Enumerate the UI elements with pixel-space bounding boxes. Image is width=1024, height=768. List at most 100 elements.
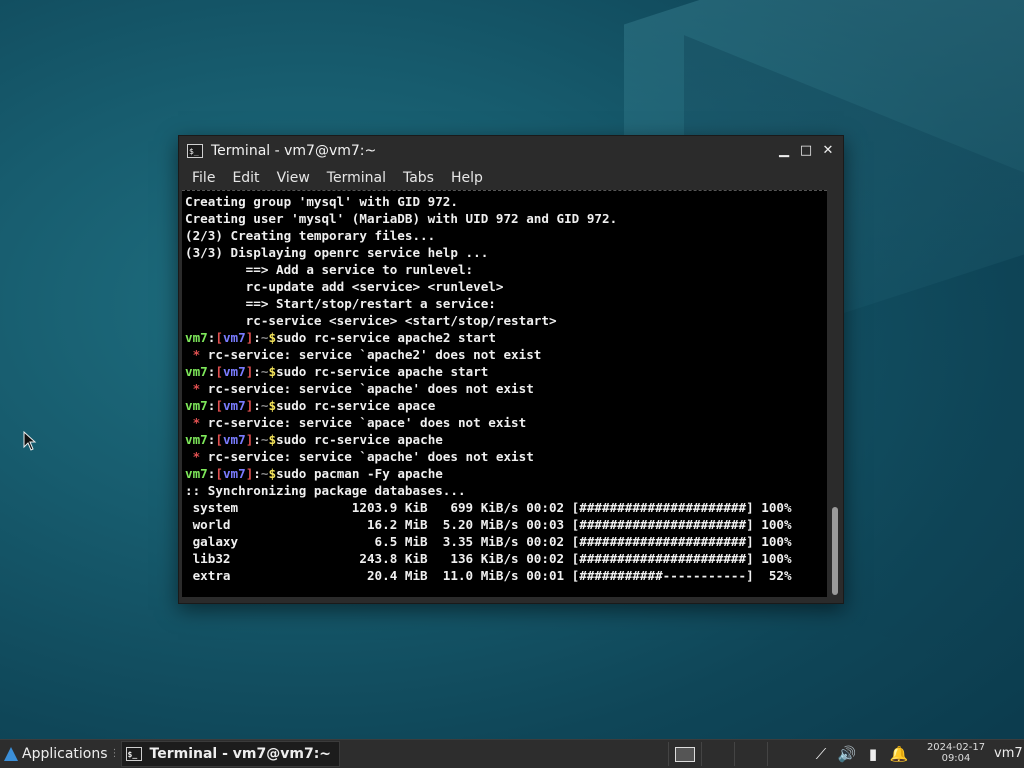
prompt-host: vm7 bbox=[222, 330, 246, 345]
prompt-sep: : bbox=[253, 432, 261, 447]
terminal-line: (3/3) Displaying openrc service help ... bbox=[185, 245, 489, 260]
terminal-window[interactable]: $_ Terminal - vm7@vm7:~ ▁ □ ✕ File Edit … bbox=[178, 135, 844, 604]
terminal-line: system 1203.9 KiB 699 KiB/s 00:02 [#####… bbox=[185, 500, 792, 515]
error-marker: * bbox=[185, 347, 208, 362]
system-tray: ⟋ 🔊 ▮ 🔔 bbox=[808, 740, 912, 768]
notification-icon[interactable]: 🔔 bbox=[886, 745, 912, 763]
terminal-line: (2/3) Creating temporary files... bbox=[185, 228, 436, 243]
command-text: sudo rc-service apache start bbox=[276, 364, 489, 379]
maximize-icon[interactable]: □ bbox=[795, 140, 817, 162]
menu-view[interactable]: View bbox=[268, 170, 318, 186]
clock[interactable]: 2024-02-17 09:04 bbox=[926, 742, 986, 764]
error-marker: * bbox=[185, 415, 208, 430]
prompt-user: vm7 bbox=[185, 330, 208, 345]
terminal-line: vm7:[vm7]:~$sudo rc-service apache start bbox=[185, 363, 827, 380]
terminal-line: vm7:[vm7]:~$sudo rc-service apache bbox=[185, 431, 827, 448]
terminal-line: * rc-service: service `apache2' does not… bbox=[185, 346, 827, 363]
distro-logo-icon bbox=[4, 747, 18, 761]
menu-tabs[interactable]: Tabs bbox=[394, 170, 442, 186]
prompt-host: vm7 bbox=[222, 364, 246, 379]
command-text: sudo rc-service apace bbox=[276, 398, 436, 413]
prompt-symbol: $ bbox=[268, 398, 277, 413]
error-text: rc-service: service `apache' does not ex… bbox=[207, 449, 534, 464]
terminal-line: Creating user 'mysql' (MariaDB) with UID… bbox=[185, 211, 618, 226]
prompt-sep: : bbox=[253, 330, 261, 345]
terminal-line: world 16.2 MiB 5.20 MiB/s 00:03 [#######… bbox=[185, 517, 792, 532]
terminal-line: * rc-service: service `apace' does not e… bbox=[185, 414, 827, 431]
user-menu[interactable]: vm7 bbox=[994, 746, 1023, 761]
menu-file[interactable]: File bbox=[183, 170, 223, 186]
bottom-panel: Applications ⋮ $_ Terminal - vm7@vm7:~ ⟋… bbox=[0, 739, 1024, 768]
prompt-symbol: $ bbox=[268, 364, 277, 379]
prompt-bracket: [ bbox=[215, 398, 223, 413]
prompt-user: vm7 bbox=[185, 432, 208, 447]
prompt-symbol: $ bbox=[268, 330, 277, 345]
terminal-icon: $_ bbox=[187, 143, 203, 158]
prompt-symbol: $ bbox=[268, 466, 277, 481]
prompt-host: vm7 bbox=[222, 466, 246, 481]
applications-menu-button[interactable]: Applications ⋮ bbox=[0, 740, 120, 768]
window-titlebar[interactable]: $_ Terminal - vm7@vm7:~ ▁ □ ✕ bbox=[179, 136, 843, 165]
terminal-line: vm7:[vm7]:~$sudo rc-service apache2 star… bbox=[185, 329, 827, 346]
terminal-line: ==> Start/stop/restart a service: bbox=[185, 296, 496, 311]
menu-terminal[interactable]: Terminal bbox=[318, 170, 394, 186]
menu-edit[interactable]: Edit bbox=[223, 170, 267, 186]
terminal-line: ==> Add a service to runlevel: bbox=[185, 262, 474, 277]
prompt-bracket: [ bbox=[215, 330, 223, 345]
prompt-host: vm7 bbox=[222, 398, 246, 413]
terminal-line: rc-update add <service> <runlevel> bbox=[185, 279, 504, 294]
minimize-icon[interactable]: ▁ bbox=[773, 140, 795, 162]
prompt-bracket: [ bbox=[215, 466, 223, 481]
prompt-user: vm7 bbox=[185, 466, 208, 481]
network-icon[interactable]: ⟋ bbox=[808, 745, 834, 763]
workspace-1[interactable] bbox=[668, 742, 701, 766]
prompt-bracket: [ bbox=[215, 432, 223, 447]
taskbar-item-label: Terminal - vm7@vm7:~ bbox=[149, 746, 332, 762]
clock-date: 2024-02-17 bbox=[926, 742, 986, 753]
mouse-pointer-icon bbox=[23, 431, 37, 451]
error-marker: * bbox=[185, 381, 208, 396]
command-text: sudo pacman -Fy apache bbox=[276, 466, 443, 481]
window-title: Terminal - vm7@vm7:~ bbox=[211, 142, 377, 159]
scrollbar[interactable] bbox=[831, 192, 839, 595]
scrollbar-thumb[interactable] bbox=[832, 507, 838, 595]
prompt-sep: : bbox=[253, 466, 261, 481]
prompt-bracket: [ bbox=[215, 364, 223, 379]
workspace-window-thumb bbox=[675, 746, 695, 762]
terminal-line: extra 20.4 MiB 11.0 MiB/s 00:01 [#######… bbox=[185, 568, 792, 583]
command-text: sudo rc-service apache bbox=[276, 432, 443, 447]
menu-help[interactable]: Help bbox=[442, 170, 491, 186]
battery-icon[interactable]: ▮ bbox=[860, 745, 886, 763]
terminal-icon: $_ bbox=[125, 747, 142, 761]
terminal-output[interactable]: Creating group 'mysql' with GID 972. Crea… bbox=[182, 190, 827, 597]
workspace-4[interactable] bbox=[767, 742, 800, 766]
terminal-line: * rc-service: service `apache' does not … bbox=[185, 448, 827, 465]
terminal-line: lib32 243.8 KiB 136 KiB/s 00:02 [#######… bbox=[185, 551, 792, 566]
workspace-switcher bbox=[668, 742, 800, 766]
error-text: rc-service: service `apache2' does not e… bbox=[207, 347, 542, 362]
taskbar-item-terminal[interactable]: $_ Terminal - vm7@vm7:~ bbox=[120, 741, 341, 767]
prompt-host: vm7 bbox=[222, 432, 246, 447]
prompt-user: vm7 bbox=[185, 364, 208, 379]
close-icon[interactable]: ✕ bbox=[817, 140, 839, 162]
workspace-2[interactable] bbox=[701, 742, 734, 766]
terminal-line: :: Synchronizing package databases... bbox=[185, 483, 466, 498]
terminal-line: vm7:[vm7]:~$sudo pacman -Fy apache bbox=[185, 465, 827, 482]
error-text: rc-service: service `apace' does not exi… bbox=[207, 415, 527, 430]
terminal-line: * rc-service: service `apache' does not … bbox=[185, 380, 827, 397]
menubar: File Edit View Terminal Tabs Help bbox=[179, 165, 843, 190]
workspace-3[interactable] bbox=[734, 742, 767, 766]
terminal-line: galaxy 6.5 MiB 3.35 MiB/s 00:02 [#######… bbox=[185, 534, 792, 549]
terminal-line: vm7:[vm7]:~$sudo rc-service apace bbox=[185, 397, 827, 414]
separator-icon: ⋮ bbox=[109, 748, 120, 759]
error-text: rc-service: service `apache' does not ex… bbox=[207, 381, 534, 396]
applications-label: Applications bbox=[22, 746, 108, 762]
volume-icon[interactable]: 🔊 bbox=[834, 745, 860, 763]
error-marker: * bbox=[185, 449, 208, 464]
clock-time: 09:04 bbox=[941, 753, 971, 764]
prompt-symbol: $ bbox=[268, 432, 277, 447]
prompt-sep: : bbox=[253, 398, 261, 413]
terminal-line: Creating group 'mysql' with GID 972. bbox=[185, 194, 458, 209]
prompt-sep: : bbox=[253, 364, 261, 379]
terminal-line: rc-service <service> <start/stop/restart… bbox=[185, 313, 557, 328]
